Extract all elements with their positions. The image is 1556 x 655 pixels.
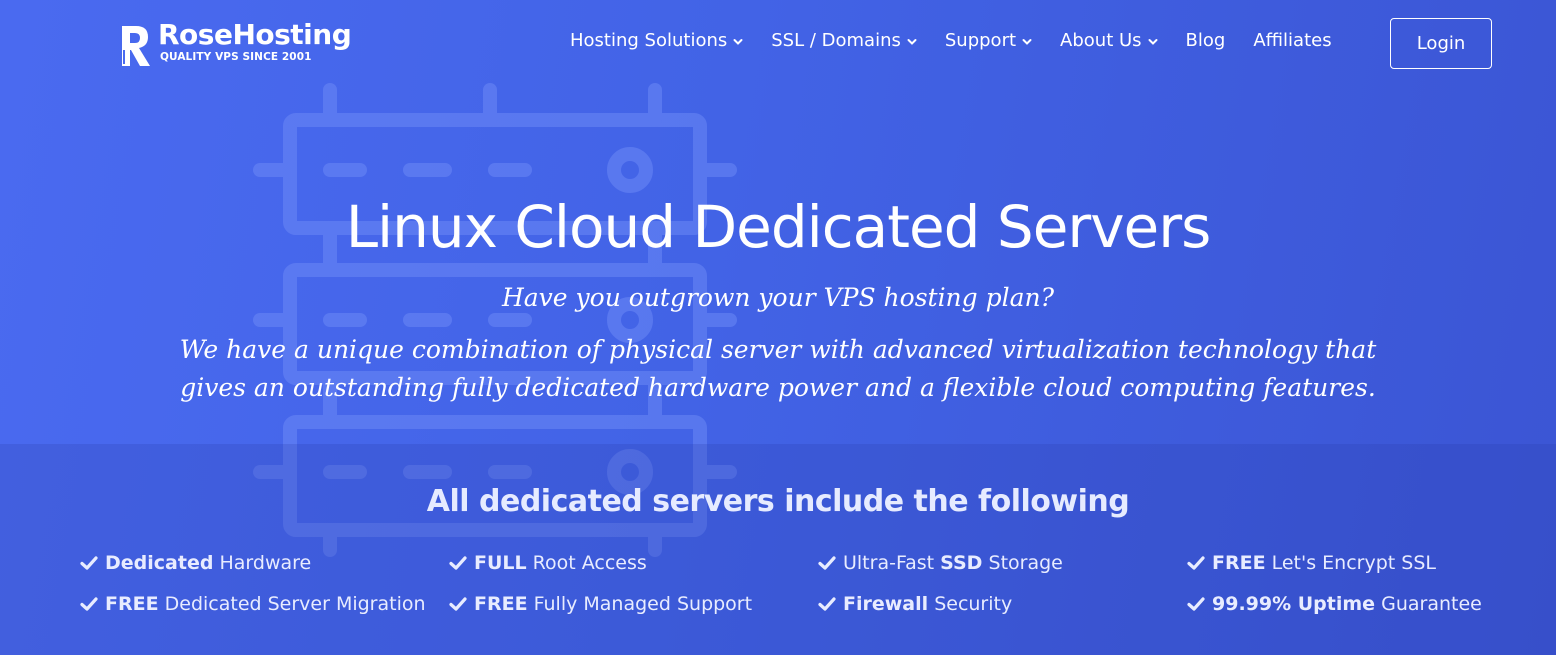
features-title: All dedicated servers include the follow… (426, 484, 1130, 519)
nav-item-affiliates[interactable]: Affiliates (1253, 30, 1331, 51)
feature-suffix: Root Access (526, 552, 647, 574)
feature-item: Dedicated Hardware (80, 552, 311, 574)
brand-name: RoseHosting (158, 18, 352, 51)
feature-bold: Dedicated (105, 552, 214, 574)
main-nav: Hosting Solutions SSL / Domains Support … (570, 30, 1360, 51)
feature-suffix: Let's Encrypt SSL (1265, 552, 1436, 574)
check-icon (1187, 556, 1205, 570)
nav-item-label: Hosting Solutions (570, 30, 728, 51)
feature-suffix: Dedicated Server Migration (158, 593, 426, 615)
nav-item-label: Blog (1185, 30, 1226, 51)
check-icon (818, 597, 836, 611)
chevron-down-icon (1148, 39, 1158, 45)
feature-bold: FULL (474, 552, 527, 574)
chevron-down-icon (733, 39, 743, 45)
feature-item: FREE Let's Encrypt SSL (1187, 552, 1436, 574)
nav-item-label: Support (944, 30, 1017, 51)
features-band: All dedicated servers include the follow… (0, 444, 1556, 655)
nav-item-label: SSL / Domains (771, 30, 901, 51)
check-icon (1187, 597, 1205, 611)
hero-title: Linux Cloud Dedicated Servers (345, 193, 1212, 261)
login-button[interactable]: Login (1390, 18, 1492, 69)
nav-item-about-us[interactable]: About Us (1060, 30, 1158, 51)
brand-tagline: QUALITY VPS SINCE 2001 (160, 51, 312, 63)
site-header: RoseHosting QUALITY VPS SINCE 2001 Hosti… (0, 0, 1556, 86)
chevron-down-icon (1022, 39, 1032, 45)
feature-item: Firewall Security (818, 593, 1012, 615)
feature-bold: FREE (474, 593, 528, 615)
feature-suffix: Storage (982, 552, 1063, 574)
check-icon (818, 556, 836, 570)
hero-subtitle: Have you outgrown your VPS hosting plan? (501, 283, 1055, 312)
check-icon (80, 556, 98, 570)
feature-bold: FREE (105, 593, 159, 615)
feature-suffix: Fully Managed Support (527, 593, 753, 615)
feature-item: FREE Fully Managed Support (449, 593, 752, 615)
feature-bold: FREE (1212, 552, 1266, 574)
nav-item-hosting-solutions[interactable]: Hosting Solutions (570, 30, 743, 51)
hero-description: We have a unique combination of physical… (179, 335, 1377, 402)
nav-item-label: About Us (1060, 30, 1142, 51)
feature-item: Ultra-Fast SSD Storage (818, 552, 1063, 574)
check-icon (80, 597, 98, 611)
nav-item-label: Affiliates (1253, 30, 1332, 51)
nav-item-support[interactable]: Support (945, 30, 1032, 51)
feature-item: 99.99% Uptime Guarantee (1187, 593, 1482, 615)
feature-prefix: Ultra-Fast (843, 552, 941, 574)
feature-suffix: Hardware (213, 552, 312, 574)
check-icon (449, 556, 467, 570)
nav-item-ssl-domains[interactable]: SSL / Domains (771, 30, 917, 51)
feature-item: FREE Dedicated Server Migration (80, 593, 426, 615)
feature-suffix: Security (928, 593, 1013, 615)
feature-bold: 99.99% Uptime (1212, 593, 1376, 615)
nav-item-blog[interactable]: Blog (1186, 30, 1226, 51)
feature-item: FULL Root Access (449, 552, 647, 574)
feature-bold: Firewall (843, 593, 929, 615)
check-icon (449, 597, 467, 611)
brand-logo[interactable]: RoseHosting QUALITY VPS SINCE 2001 (118, 18, 352, 68)
rosehosting-r-logo (122, 26, 150, 66)
chevron-down-icon (907, 39, 917, 45)
feature-bold: SSD (940, 552, 983, 574)
feature-suffix: Guarantee (1375, 593, 1482, 615)
